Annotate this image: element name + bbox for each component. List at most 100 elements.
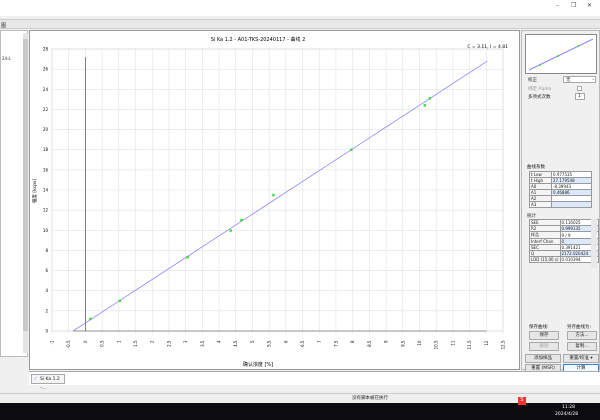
correction-dropdown[interactable]: 无 ⌄ (563, 76, 596, 83)
tab-label: Si Ka 1.2 -... (40, 377, 60, 391)
y-tick-label: 24 (43, 87, 49, 92)
y-tick-label: 0 (45, 329, 48, 334)
alpha-checkbox[interactable] (577, 86, 582, 91)
stats-scrollbar[interactable] (591, 219, 597, 268)
menu-item[interactable]: 图 (1, 22, 6, 29)
x-tick-label: 10 (417, 340, 422, 346)
y-tick-label: 16 (43, 167, 49, 172)
x-tick-label: -1 (50, 340, 55, 344)
chart-annotation: C = 3.11, I = 4.81 (467, 44, 508, 50)
close-button[interactable]: ✕ (587, 2, 592, 9)
alpha-label: 绑定 Alpha (528, 87, 552, 92)
x-tick-label: 3 (183, 340, 188, 343)
x-tick-label: 6 (283, 340, 288, 343)
correction-value: 无 (566, 78, 571, 83)
taskbar: S 11:28 2024/4/28 (0, 397, 600, 420)
x-tick-label: 7.5 (333, 340, 338, 347)
reset-calibrate-button[interactable]: 重置/校准 ▾ (563, 354, 599, 363)
correction-label: 校正 (528, 78, 537, 83)
x-tick-label: 6.5 (300, 340, 305, 347)
y-tick-label: 2 (45, 308, 48, 313)
clock-time[interactable]: 11:28 (562, 405, 575, 410)
data-point (350, 148, 353, 151)
calibration-chart: -1 -0.5 0 0.5 1 1.5 2 2.5 3 3.5 4 4.5 5 5.5 6 6.5 7 7.5 8 8… (31, 36, 508, 368)
curve-preview (525, 34, 597, 74)
toolbar: 图 (0, 19, 600, 29)
clock-date[interactable]: 2024/4/28 (555, 412, 578, 417)
row-label: 样品 (529, 231, 561, 239)
x-tick-label: 3.5 (200, 340, 205, 347)
stats-table: SEE 0.116025 R2 0.999135 样品 9 / 9 Interf Chan 0… (529, 219, 600, 263)
x-tick-label: 0 (83, 340, 88, 343)
y-tick-label: 4 (45, 288, 48, 293)
title-bar: – ❐ ✕ (0, 0, 600, 16)
y-tick-label: 26 (43, 67, 49, 72)
x-tick-label: -0.5 (66, 340, 71, 348)
table-row: 样品 9 / 9 (529, 231, 600, 239)
x-tick-label: 12.5 (501, 340, 506, 349)
data-point (428, 97, 432, 100)
y-tick-label: 14 (43, 188, 49, 193)
left-panel: 24-L (0, 30, 28, 357)
document-tabs: ⟋ Si Ka 1.2 -... (29, 371, 600, 391)
chevron-down-icon: ⌄ (591, 77, 595, 82)
y-tick-label: 18 (43, 147, 49, 152)
y-axis-label: 强度 [kcps] (31, 179, 38, 203)
data-point (272, 193, 275, 197)
coef-table: t Low 0.977535 t High 27.179548 A0 -8.39943 A1… (529, 171, 592, 208)
status-text: 没有脚本被在执行 (352, 396, 388, 401)
minimize-button[interactable]: – (556, 2, 559, 9)
tab-si-ka[interactable]: ⟋ Si Ka 1.2 -... (31, 374, 65, 391)
y-tick-label: 6 (45, 268, 48, 273)
chart-icon: ⟋ (34, 377, 38, 382)
x-tick-label: 9.5 (400, 340, 405, 347)
x-tick-label: 4.5 (233, 340, 238, 347)
y-tick-label: 20 (43, 127, 49, 132)
y-tick-label: 10 (43, 228, 49, 233)
x-tick-label: 5 (250, 340, 255, 343)
data-point (118, 299, 122, 302)
add-sample-button[interactable]: 添加样品 (525, 354, 561, 363)
x-tick-label: 1 (116, 340, 121, 343)
x-tick-label: 8.5 (367, 340, 372, 347)
y-tick-label: 8 (45, 248, 48, 253)
x-tick-label: 2.5 (166, 340, 171, 347)
x-tick-label: 11 (450, 340, 455, 346)
data-point (186, 255, 189, 259)
poly-spinner[interactable]: 1 (575, 93, 585, 100)
x-tick-label: 7 (317, 340, 322, 343)
save-button[interactable]: 保存 (529, 331, 559, 340)
data-point (89, 317, 92, 321)
x-tick-label: 12 (484, 340, 489, 346)
save-as-label: 另存曲线为: (567, 325, 592, 330)
table-row: A3 (529, 201, 592, 208)
x-tick-label: 10.5 (434, 340, 439, 349)
x-tick-label: 5.5 (267, 340, 272, 347)
x-tick-label: 9 (384, 340, 389, 343)
method-button[interactable]: 方法... (567, 331, 597, 340)
poly-label: 多项式次数 (528, 95, 551, 100)
table-row: LOD (15.00 s) 0.010394 (529, 256, 600, 263)
data-point (240, 219, 243, 222)
x-tick-label: 1.5 (133, 340, 138, 347)
x-tick-label: 4 (217, 340, 222, 343)
row-label: LOD (15.00 s) (529, 256, 561, 263)
x-tick-label: 8 (350, 340, 355, 343)
row-label: A3 (529, 201, 552, 208)
y-tick-label: 12 (43, 208, 49, 213)
chart-title: Si Ka 1.2 - A01-TKS-20240117 - 曲线 2 (211, 36, 306, 43)
scrollbar-thumb[interactable] (23, 39, 28, 331)
x-tick-label: 11.5 (467, 340, 472, 349)
x-tick-label: 2 (150, 340, 155, 343)
delete-button[interactable]: 删除 (529, 342, 559, 351)
y-tick-label: 22 (43, 107, 49, 112)
x-axis-label: 确认浓度 [%] (243, 361, 273, 368)
copy-button[interactable]: 复制... (567, 342, 597, 351)
row-value[interactable] (551, 201, 592, 208)
data-point (229, 229, 232, 232)
restore-button[interactable]: ❐ (571, 2, 576, 9)
data-point (423, 104, 427, 107)
left-panel-text: 24-L (2, 56, 11, 61)
input-method-icon[interactable]: S (518, 397, 526, 405)
coef-title: 曲线系数 (527, 165, 545, 170)
